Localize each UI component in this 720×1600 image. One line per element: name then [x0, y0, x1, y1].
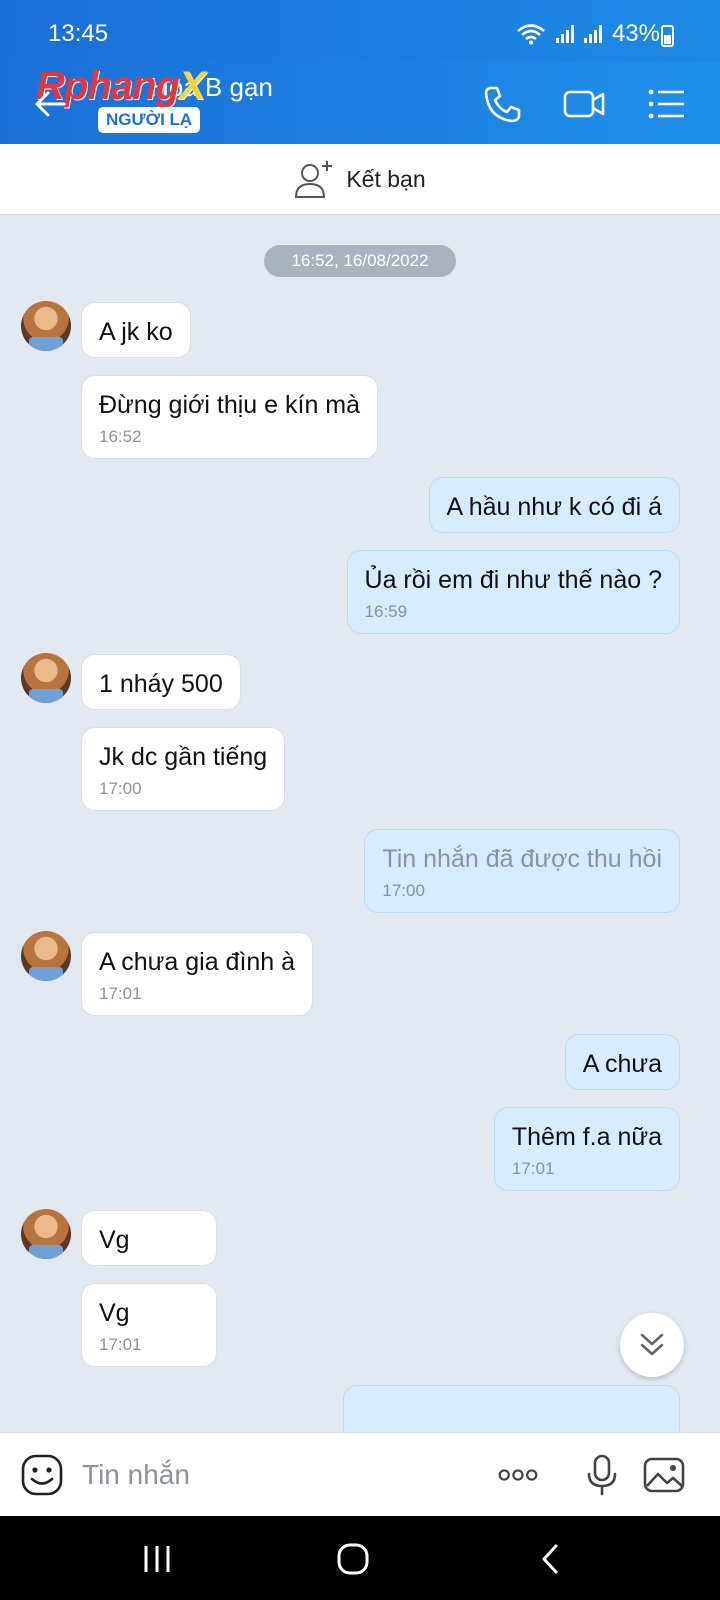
image-icon[interactable] — [642, 1453, 686, 1497]
message-time: 17:01 — [99, 984, 142, 1004]
message-text: A jk ko — [99, 318, 173, 346]
add-friend-bar[interactable]: Kết bạn — [0, 144, 720, 215]
message-time: 17:01 — [99, 1335, 142, 1355]
message-bubble[interactable]: A hầu như k có đi á — [428, 477, 680, 534]
wifi-icon — [517, 24, 545, 45]
message-bubble-partial[interactable] — [343, 1385, 680, 1432]
message-bubble[interactable]: A chưa — [564, 1034, 680, 1091]
message-time: 16:59 — [364, 602, 408, 622]
message-time: 17:01 — [511, 1159, 555, 1179]
recalled-message-bubble[interactable]: Tin nhắn đã được thu hồi 17:00 — [364, 829, 680, 914]
chat-header: Hoa B gạn RphangX NGƯỜI LẠ — [0, 62, 720, 144]
microphone-icon[interactable] — [580, 1453, 624, 1497]
message-text: A hầu như k có đi á — [446, 493, 663, 521]
signal-2-icon — [583, 25, 602, 43]
battery-percent: 43% — [611, 20, 660, 47]
message-bubble[interactable]: Vg — [81, 1210, 217, 1267]
home-icon[interactable] — [336, 1542, 370, 1576]
message-text: Đừng giới thịu e kín mà — [99, 391, 361, 419]
avatar[interactable] — [21, 301, 71, 351]
message-text: A chưa gia đình à — [99, 948, 296, 976]
phone-icon[interactable] — [480, 82, 524, 126]
date-separator: 16:52, 16/08/2022 — [264, 245, 456, 277]
message-bubble[interactable]: Ủa rồi em đi như thế nào ? 16:59 — [346, 550, 680, 635]
message-time: 16:52 — [99, 427, 142, 447]
status-bar: 13:45 43% — [0, 0, 720, 62]
message-text: Thêm f.a nữa — [511, 1123, 662, 1151]
arrow-left-icon[interactable] — [30, 84, 70, 124]
avatar[interactable] — [21, 1209, 71, 1259]
message-text: A chưa — [582, 1050, 662, 1078]
status-indicators: 43% — [516, 20, 660, 48]
battery-icon — [661, 25, 674, 47]
message-text: Vg — [99, 1299, 130, 1327]
message-bubble[interactable]: Jk dc gần tiếng 17:00 — [81, 727, 286, 812]
message-list[interactable]: 16:52, 16/08/2022 A jk ko Đừng giới thịu… — [0, 215, 720, 1432]
more-dots-icon[interactable] — [496, 1453, 540, 1497]
signal-1-icon — [555, 25, 574, 43]
message-bubble[interactable]: Thêm f.a nữa 17:01 — [493, 1107, 680, 1192]
recent-apps-icon[interactable] — [140, 1542, 174, 1576]
message-time: 17:00 — [99, 779, 142, 799]
message-bubble[interactable]: A chưa gia đình à 17:01 — [81, 932, 314, 1017]
composer-bar: Tin nhắn — [0, 1432, 720, 1516]
back-nav-icon[interactable] — [534, 1542, 568, 1576]
message-time: 17:00 — [382, 881, 425, 901]
status-time: 13:45 — [48, 20, 109, 47]
message-bubble[interactable]: 1 nháy 500 — [81, 654, 241, 711]
message-text: Jk dc gần tiếng — [99, 743, 268, 771]
message-text: 1 nháy 500 — [99, 670, 223, 698]
message-text: Vg — [99, 1226, 130, 1254]
message-bubble[interactable]: A jk ko — [81, 302, 191, 359]
avatar[interactable] — [21, 931, 71, 981]
chevron-double-down-icon — [640, 1333, 664, 1356]
message-bubble[interactable]: Vg 17:01 — [81, 1283, 217, 1368]
list-menu-icon[interactable] — [644, 82, 688, 126]
system-nav-bar — [0, 1516, 720, 1600]
add-friend-label: Kết bạn — [346, 165, 426, 192]
message-text: Ủa rồi em đi như thế nào ? — [364, 566, 662, 594]
message-bubble[interactable]: Đừng giới thịu e kín mà 16:52 — [81, 375, 379, 460]
stranger-badge: NGƯỜI LẠ — [98, 107, 201, 133]
avatar[interactable] — [21, 653, 71, 703]
emoji-icon[interactable] — [20, 1453, 64, 1497]
message-input[interactable]: Tin nhắn — [82, 1459, 190, 1491]
add-user-icon — [295, 161, 333, 198]
video-camera-icon[interactable] — [562, 82, 606, 126]
scroll-to-bottom-button[interactable] — [620, 1313, 684, 1377]
message-text: Tin nhắn đã được thu hồi — [382, 845, 662, 873]
